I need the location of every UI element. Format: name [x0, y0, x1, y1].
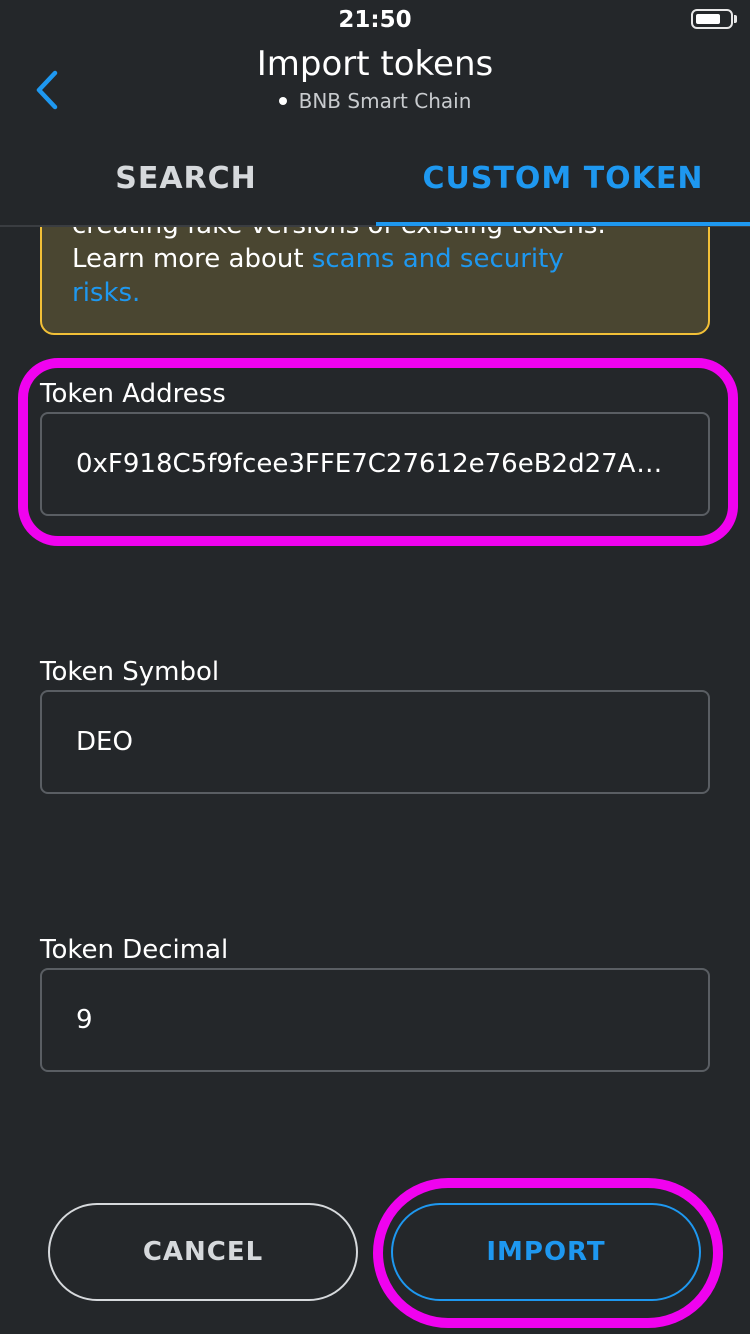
page-title: Import tokens [256, 44, 494, 84]
warning-text: creating fake versions of existing token… [72, 227, 612, 310]
token-symbol-input[interactable] [40, 690, 710, 794]
warning-line-1: creating fake versions of existing token… [72, 227, 612, 242]
token-decimal-input[interactable] [40, 968, 710, 1072]
token-decimal-label: Token Decimal [40, 935, 229, 965]
network-indicator: BNB Smart Chain [0, 86, 750, 116]
scams-security-link[interactable]: scams and security [312, 244, 564, 274]
token-symbol-label: Token Symbol [40, 657, 220, 687]
warning-learn-more: Learn more about [72, 244, 312, 274]
token-address-input[interactable] [40, 412, 710, 516]
tab-custom-token[interactable]: CUSTOM TOKEN [376, 148, 750, 208]
tab-search[interactable]: SEARCH [0, 148, 372, 208]
status-time: 21:50 [338, 7, 412, 33]
dot-icon [278, 97, 287, 105]
token-address-label: Token Address [40, 379, 226, 409]
battery-nub [734, 15, 737, 23]
import-button[interactable]: IMPORT [391, 1203, 701, 1301]
battery-fill [696, 14, 720, 24]
active-tab-indicator [376, 222, 750, 226]
cancel-button[interactable]: CANCEL [48, 1203, 358, 1301]
battery-icon [691, 9, 733, 29]
warning-line-2: Learn more about scams and security [72, 242, 612, 276]
network-name: BNB Smart Chain [298, 89, 472, 113]
warning-banner-viewport: creating fake versions of existing token… [0, 227, 750, 343]
scams-security-link-continued[interactable]: risks. [72, 276, 612, 310]
